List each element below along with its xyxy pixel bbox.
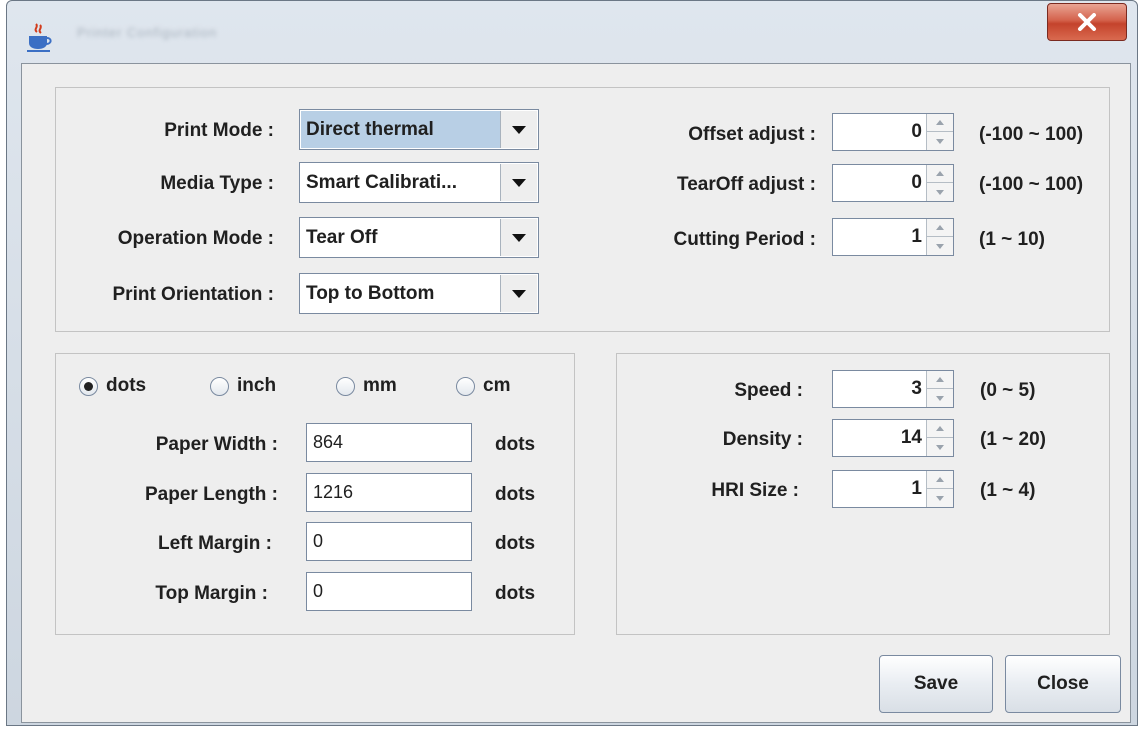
unit-cm-label[interactable]: cm	[483, 375, 510, 397]
unit-inch-label[interactable]: inch	[237, 375, 276, 397]
unit-mm-radio[interactable]	[336, 377, 355, 396]
spinner-up-icon[interactable]	[927, 219, 953, 237]
print-mode-value: Direct thermal	[301, 111, 500, 148]
speed-spinner[interactable]: 3	[832, 370, 954, 408]
spinner-down-icon[interactable]	[927, 389, 953, 407]
paper-size-panel: dots inch mm cm Paper Width : 864 dots P…	[55, 353, 575, 635]
paper-length-input[interactable]: 1216	[306, 473, 472, 512]
paper-length-label: Paper Length :	[144, 484, 278, 505]
media-type-label: Media Type :	[160, 173, 274, 194]
tearoff-adjust-spinner[interactable]: 0	[832, 164, 954, 202]
unit-mm-label[interactable]: mm	[363, 375, 397, 397]
spinner-up-icon[interactable]	[927, 165, 953, 183]
triangle-down-icon[interactable]	[500, 111, 537, 148]
spinner-up-icon[interactable]	[927, 420, 953, 438]
window-title: Printer Configuration	[77, 25, 218, 40]
operation-mode-value: Tear Off	[306, 227, 378, 248]
left-margin-unit: dots	[495, 533, 536, 554]
triangle-down-icon[interactable]	[500, 275, 537, 312]
spinner-down-icon[interactable]	[927, 183, 953, 201]
print-quality-panel: Speed : 3 (0 ~ 5) Density : 14 (1 ~ 20) …	[616, 353, 1110, 635]
spinner-buttons	[926, 471, 953, 507]
unit-dots-label[interactable]: dots	[106, 375, 146, 397]
speed-label: Speed :	[734, 380, 803, 401]
spinner-up-icon[interactable]	[927, 471, 953, 489]
density-value[interactable]: 14	[833, 420, 927, 456]
cutting-period-spinner[interactable]: 1	[832, 218, 954, 256]
spinner-down-icon[interactable]	[927, 489, 953, 507]
paper-width-unit: dots	[495, 434, 536, 455]
print-orientation-value: Top to Bottom	[306, 283, 435, 304]
window-close-button[interactable]	[1047, 3, 1127, 41]
operation-mode-dropdown[interactable]: Tear Off	[299, 217, 539, 258]
media-type-dropdown[interactable]: Smart Calibrati...	[299, 162, 539, 203]
top-margin-unit: dots	[495, 583, 536, 604]
print-orientation-label: Print Orientation :	[112, 284, 275, 305]
spinner-up-icon[interactable]	[927, 114, 953, 132]
spinner-buttons	[926, 114, 953, 150]
triangle-down-icon[interactable]	[500, 219, 537, 256]
spinner-down-icon[interactable]	[927, 237, 953, 255]
print-mode-dropdown[interactable]: Direct thermal	[299, 109, 539, 150]
paper-width-input[interactable]: 864	[306, 423, 472, 462]
triangle-down-icon[interactable]	[500, 164, 537, 201]
config-window: Printer Configuration Print Mode : Direc…	[6, 0, 1138, 726]
unit-cm-radio[interactable]	[456, 377, 475, 396]
media-type-value: Smart Calibrati...	[306, 172, 457, 193]
density-spinner[interactable]: 14	[832, 419, 954, 457]
spinner-up-icon[interactable]	[927, 371, 953, 389]
hri-size-spinner[interactable]: 1	[832, 470, 954, 508]
offset-adjust-range: (-100 ~ 100)	[979, 124, 1084, 145]
spinner-buttons	[926, 371, 953, 407]
left-margin-input[interactable]: 0	[306, 522, 472, 561]
tearoff-adjust-label: TearOff adjust :	[677, 174, 816, 195]
print-orientation-dropdown[interactable]: Top to Bottom	[299, 273, 539, 314]
offset-adjust-label: Offset adjust :	[688, 124, 816, 145]
unit-inch-radio[interactable]	[210, 377, 229, 396]
print-mode-label: Print Mode :	[164, 120, 274, 141]
offset-adjust-spinner[interactable]: 0	[832, 113, 954, 151]
top-margin-input[interactable]: 0	[306, 572, 472, 611]
java-cup-icon	[27, 23, 52, 52]
unit-dots-radio[interactable]	[79, 377, 98, 396]
operation-mode-label: Operation Mode :	[117, 228, 274, 249]
speed-value[interactable]: 3	[833, 371, 927, 407]
tearoff-adjust-value[interactable]: 0	[833, 165, 927, 201]
density-label: Density :	[722, 429, 803, 450]
paper-length-unit: dots	[495, 484, 536, 505]
paper-width-label: Paper Width :	[155, 434, 278, 455]
cutting-period-value[interactable]: 1	[833, 219, 927, 255]
close-button[interactable]: Close	[1005, 655, 1121, 713]
tearoff-adjust-range: (-100 ~ 100)	[979, 174, 1084, 195]
hri-size-label: HRI Size :	[711, 480, 799, 501]
spinner-down-icon[interactable]	[927, 438, 953, 456]
hri-size-value[interactable]: 1	[833, 471, 927, 507]
offset-adjust-value[interactable]: 0	[833, 114, 927, 150]
cutting-period-label: Cutting Period :	[673, 229, 816, 250]
dialog-content: Print Mode : Direct thermal Media Type :…	[21, 63, 1131, 723]
hri-size-range: (1 ~ 4)	[980, 480, 1036, 501]
spinner-down-icon[interactable]	[927, 132, 953, 150]
close-icon	[1078, 13, 1096, 31]
save-button[interactable]: Save	[879, 655, 993, 713]
left-margin-label: Left Margin :	[158, 533, 272, 554]
print-settings-panel: Print Mode : Direct thermal Media Type :…	[55, 87, 1110, 332]
spinner-buttons	[926, 420, 953, 456]
spinner-buttons	[926, 219, 953, 255]
speed-range: (0 ~ 5)	[980, 380, 1036, 401]
cutting-period-range: (1 ~ 10)	[979, 229, 1046, 250]
density-range: (1 ~ 20)	[980, 429, 1047, 450]
title-bar[interactable]: Printer Configuration	[7, 1, 1137, 63]
top-margin-label: Top Margin :	[155, 583, 268, 604]
spinner-buttons	[926, 165, 953, 201]
